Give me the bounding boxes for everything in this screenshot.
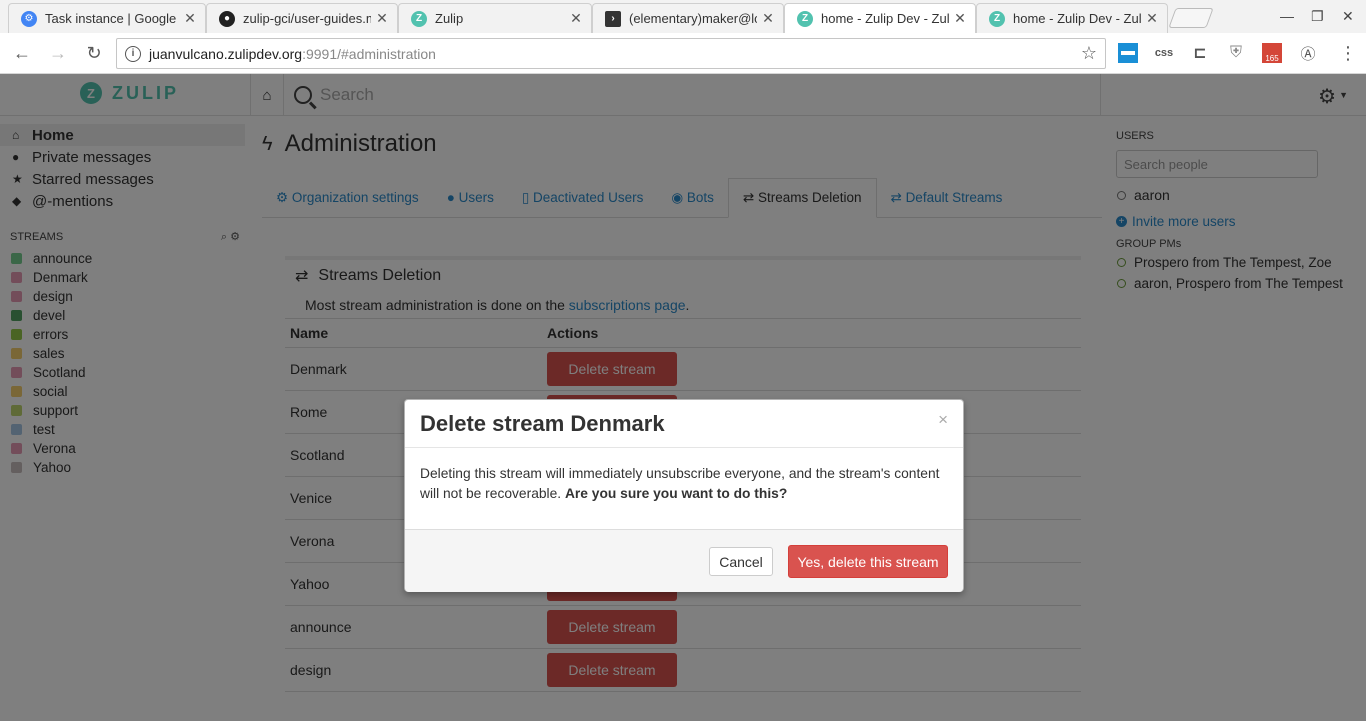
confirm-delete-button[interactable]: Yes, delete this stream	[788, 545, 948, 578]
browser-tab-title: home - Zulip Dev - Zulip	[1013, 11, 1141, 26]
css-extension-icon[interactable]: css	[1154, 43, 1174, 63]
shield-extension-icon[interactable]: ⛨	[1226, 43, 1246, 63]
github-favicon-icon: ●	[219, 10, 235, 27]
modal-footer: Cancel Yes, delete this stream	[405, 529, 963, 592]
gmail-count-badge: 165	[1265, 54, 1279, 63]
forward-icon[interactable]: →	[46, 41, 70, 65]
modal-backdrop[interactable]	[0, 74, 1366, 721]
close-icon[interactable]: ✕	[1145, 10, 1159, 27]
zulip-favicon-icon: Z	[989, 10, 1005, 27]
close-icon[interactable]: ✕	[183, 10, 197, 27]
new-tab-button[interactable]	[1168, 8, 1214, 28]
close-icon[interactable]: ✕	[761, 10, 775, 27]
reload-icon[interactable]: ↻	[82, 41, 106, 65]
info-icon[interactable]: i	[125, 45, 141, 62]
gear-favicon-icon: ⚙	[21, 10, 37, 27]
browser-tab[interactable]: ⚙ Task instance | Google C ✕	[8, 3, 206, 33]
url-path: :9991/#administration	[302, 45, 436, 62]
bracket-extension-icon[interactable]: ⊏	[1190, 43, 1210, 63]
modal-title: Delete stream Denmark	[420, 410, 665, 436]
delete-stream-modal: Delete stream Denmark × Deleting this st…	[404, 399, 964, 592]
browser-tab-title: Zulip	[435, 11, 464, 26]
back-icon[interactable]: ←	[10, 41, 34, 65]
browser-toolbar: ← → ↻ i juanvulcano.zulipdev.org :9991/#…	[0, 33, 1366, 74]
zulip-favicon-icon: Z	[797, 10, 813, 27]
close-icon[interactable]: ✕	[953, 10, 967, 27]
browser-tab[interactable]: ● zulip-gci/user-guides.m ✕	[206, 3, 398, 33]
close-icon[interactable]: ×	[938, 410, 948, 430]
modal-body-emphasis: Are you sure you want to do this?	[564, 486, 788, 501]
browser-tab[interactable]: Z Zulip ✕	[398, 3, 592, 33]
browser-tab[interactable]: › (elementary)maker@loc ✕	[592, 3, 784, 33]
modal-header: Delete stream Denmark ×	[405, 400, 963, 448]
url-host: juanvulcano.zulipdev.org	[149, 45, 303, 62]
angular-extension-icon[interactable]: Ⓐ	[1298, 43, 1318, 63]
close-icon[interactable]: ✕	[569, 10, 583, 27]
browser-tab-active[interactable]: Z home - Zulip Dev - Zulip ✕	[784, 3, 976, 33]
window-close-icon[interactable]: ✕	[1342, 8, 1354, 25]
browser-tab-title: zulip-gci/user-guides.m	[243, 11, 371, 26]
maximize-icon[interactable]: ❐	[1311, 8, 1324, 25]
browser-tab-strip: ⚙ Task instance | Google C ✕ ● zulip-gci…	[0, 0, 1366, 33]
close-icon[interactable]: ✕	[375, 10, 389, 27]
gmail-extension-icon[interactable]: 165	[1262, 43, 1282, 63]
browser-tab-title: home - Zulip Dev - Zulip	[821, 11, 949, 26]
browser-tab-title: (elementary)maker@loc	[629, 11, 757, 26]
chrome-menu-icon[interactable]: ⋮	[1338, 43, 1358, 63]
bookmark-star-icon[interactable]: ☆	[1081, 43, 1097, 64]
modal-body: Deleting this stream will immediately un…	[405, 448, 963, 529]
minimize-icon[interactable]: —	[1280, 8, 1294, 24]
cancel-button[interactable]: Cancel	[709, 547, 773, 576]
extension-icon[interactable]	[1118, 43, 1138, 63]
browser-tab-title: Task instance | Google C	[45, 11, 179, 26]
terminal-favicon-icon: ›	[605, 10, 621, 27]
zulip-favicon-icon: Z	[411, 10, 427, 27]
browser-tab[interactable]: Z home - Zulip Dev - Zulip ✕	[976, 3, 1168, 33]
address-bar[interactable]: i juanvulcano.zulipdev.org :9991/#admini…	[116, 38, 1106, 69]
